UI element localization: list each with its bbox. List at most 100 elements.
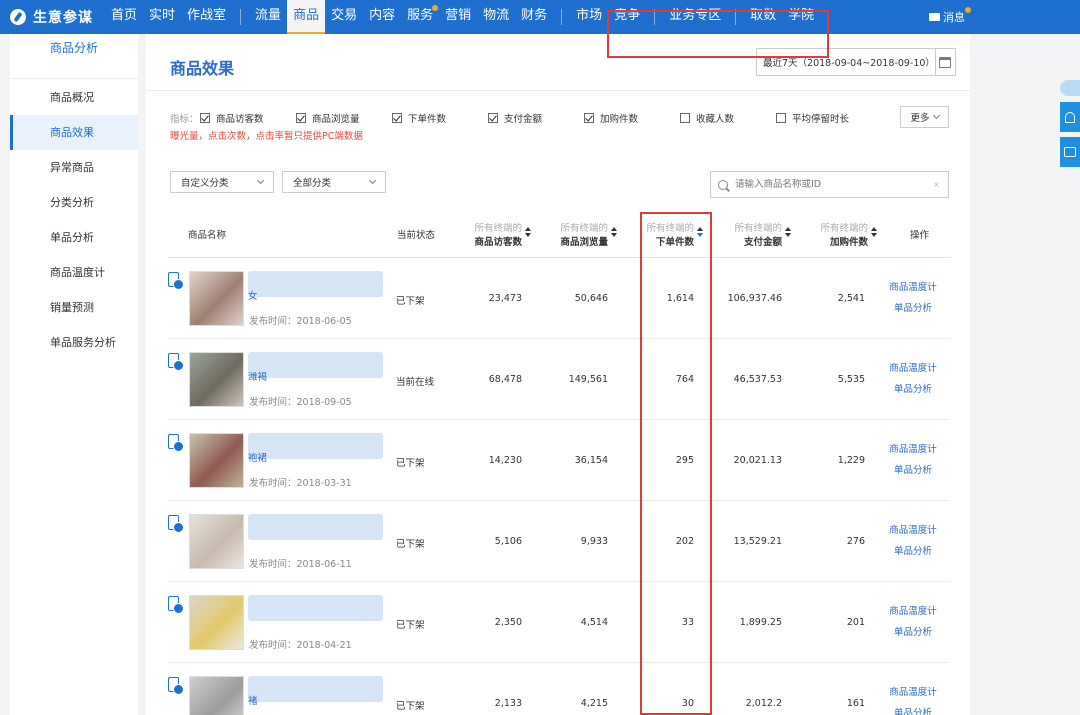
sidebar-item-abnormal[interactable]: 异常商品	[10, 150, 138, 185]
bell-icon	[1065, 111, 1075, 123]
checkbox[interactable]	[680, 113, 690, 123]
sidebar-item-overview[interactable]: 商品概况	[10, 80, 138, 115]
views-value: 50,646	[574, 293, 608, 304]
checkbox[interactable]	[296, 113, 306, 123]
product-thumbnail[interactable]	[189, 271, 244, 326]
header-cart-line1: 所有终端的	[820, 223, 868, 234]
metric-option[interactable]: 商品访客数	[200, 111, 296, 125]
sort-icon[interactable]	[525, 227, 531, 238]
table-row: 发布时间：2018-04-21 已下架 2,350 4,514 33 1,899…	[168, 582, 950, 663]
single-analysis-link[interactable]: 单品分析	[886, 543, 940, 557]
checkbox[interactable]	[776, 113, 786, 123]
clear-icon[interactable]: ×	[933, 180, 940, 189]
product-search[interactable]: ×	[710, 171, 949, 198]
payment-value: 20,021.13	[733, 455, 782, 466]
date-range-highlight	[607, 10, 829, 58]
nav-finance[interactable]: 财务	[515, 0, 553, 34]
metric-option[interactable]: 平均停留时长	[776, 111, 872, 125]
logo[interactable]: 生意参谋	[0, 7, 105, 27]
nav-warroom[interactable]: 作战室	[181, 0, 232, 34]
product-title-blurred[interactable]	[248, 595, 383, 621]
nav-market[interactable]: 市场	[570, 0, 608, 34]
status-text: 当前在线	[396, 377, 435, 388]
sort-icon[interactable]	[785, 227, 791, 238]
notification-float-button[interactable]	[1060, 102, 1080, 132]
header-visitors[interactable]: 所有终端的 商品访客数	[468, 210, 531, 258]
sidebar-item-single-analysis[interactable]: 单品分析	[10, 220, 138, 255]
more-label: 更多	[910, 113, 930, 124]
nav-logistics[interactable]: 物流	[477, 0, 515, 34]
sidebar-list: 商品概况 商品效果 异常商品 分类分析 单品分析 商品温度计 销量预测 单品服务…	[10, 79, 138, 360]
single-analysis-link[interactable]: 单品分析	[886, 705, 940, 715]
nav-service[interactable]: 服务	[401, 0, 439, 34]
sidebar-item-service-analysis[interactable]: 单品服务分析	[10, 325, 138, 360]
product-thumbnail[interactable]	[189, 352, 244, 407]
sidebar-item-effect[interactable]: 商品效果	[10, 115, 138, 150]
checkbox[interactable]	[392, 113, 402, 123]
checkbox[interactable]	[488, 113, 498, 123]
top-navbar: 生意参谋 首页 实时 作战室 流量 商品 交易 内容 服务 营销 物流 财务 市…	[0, 0, 1080, 34]
cart-value: 276	[846, 536, 865, 547]
thermometer-link[interactable]: 商品温度计	[886, 360, 940, 374]
cart-value: 201	[846, 617, 865, 628]
nav-products[interactable]: 商品	[287, 0, 326, 34]
product-title-blurred[interactable]	[248, 514, 383, 540]
single-analysis-link[interactable]: 单品分析	[886, 462, 940, 476]
metric-option[interactable]: 支付金额	[488, 111, 584, 125]
metric-option[interactable]: 商品浏览量	[296, 111, 392, 125]
nav-marketing[interactable]: 营销	[439, 0, 477, 34]
thermometer-link[interactable]: 商品温度计	[886, 279, 940, 293]
metric-option[interactable]: 下单件数	[392, 111, 488, 125]
product-title[interactable]: 潍褐	[248, 369, 388, 383]
thermometer-link[interactable]: 商品温度计	[886, 441, 940, 455]
notification-dot	[965, 7, 971, 13]
product-thumbnail[interactable]	[189, 595, 244, 650]
cart-value: 161	[846, 698, 865, 709]
product-title[interactable]: 女	[248, 288, 388, 302]
cloud-icon[interactable]	[1060, 80, 1080, 96]
header-views-line2: 商品浏览量	[560, 237, 608, 248]
header-payment[interactable]: 所有终端的 支付金额	[726, 210, 791, 258]
single-analysis-link[interactable]: 单品分析	[886, 300, 940, 314]
metric-label: 平均停留时长	[792, 114, 850, 125]
thermometer-link[interactable]: 商品温度计	[886, 603, 940, 617]
sidebar-item-thermometer[interactable]: 商品温度计	[10, 255, 138, 290]
product-thumbnail[interactable]	[189, 676, 244, 715]
all-category-select[interactable]: 全部分类	[282, 171, 386, 193]
metric-option[interactable]: 加购件数	[584, 111, 680, 125]
views-value: 36,154	[574, 455, 608, 466]
all-category-value: 全部分类	[293, 178, 332, 189]
nav-transactions[interactable]: 交易	[325, 0, 363, 34]
checkbox[interactable]	[200, 113, 210, 123]
single-analysis-link[interactable]: 单品分析	[886, 381, 940, 395]
more-button[interactable]: 更多	[900, 106, 949, 128]
header-cart-line2: 加购件数	[829, 237, 868, 248]
product-title[interactable]: 袍裙	[248, 450, 388, 464]
nav-content[interactable]: 内容	[363, 0, 401, 34]
product-title[interactable]: 褚	[248, 693, 388, 707]
checkbox[interactable]	[584, 113, 594, 123]
sidebar-item-category-analysis[interactable]: 分类分析	[10, 185, 138, 220]
sort-icon[interactable]	[611, 227, 617, 238]
sidebar-item-sales-forecast[interactable]: 销量预测	[10, 290, 138, 325]
chat-float-button[interactable]	[1060, 137, 1080, 167]
custom-category-select[interactable]: 自定义分类	[170, 171, 274, 193]
calendar-button[interactable]	[934, 49, 955, 75]
nav-traffic[interactable]: 流量	[249, 0, 287, 34]
thermometer-link[interactable]: 商品温度计	[886, 522, 940, 536]
header-cart[interactable]: 所有终端的 加购件数	[812, 210, 877, 258]
metric-option[interactable]: 收藏人数	[680, 111, 776, 125]
nav-realtime[interactable]: 实时	[143, 0, 181, 34]
product-thumbnail[interactable]	[189, 433, 244, 488]
messages-button[interactable]: 消息	[929, 0, 971, 34]
publish-time: 发布时间：2018-06-11	[249, 559, 352, 570]
publish-time: 发布时间：2018-04-21	[249, 640, 352, 651]
product-thumbnail[interactable]	[189, 514, 244, 569]
nav-home[interactable]: 首页	[105, 0, 143, 34]
thermometer-link[interactable]: 商品温度计	[886, 684, 940, 698]
header-views[interactable]: 所有终端的 商品浏览量	[554, 210, 617, 258]
mobile-icon	[168, 515, 184, 533]
single-analysis-link[interactable]: 单品分析	[886, 624, 940, 638]
search-input[interactable]	[735, 179, 925, 190]
sort-icon[interactable]	[871, 227, 877, 238]
